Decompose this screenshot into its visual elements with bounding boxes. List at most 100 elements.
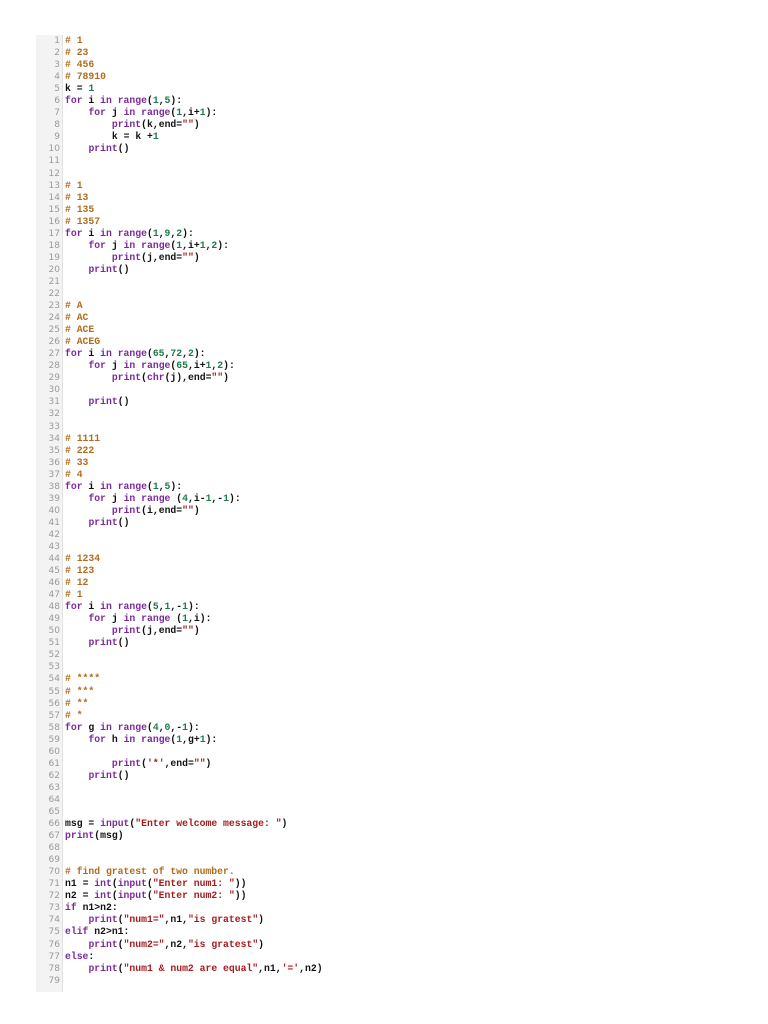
- code-line[interactable]: 40 print(i,end=""): [36, 505, 736, 517]
- code-line[interactable]: 46 # 12: [36, 577, 736, 589]
- code-line[interactable]: 24 # AC: [36, 312, 736, 324]
- line-number: 23: [48, 301, 60, 312]
- line-number: 39: [48, 493, 60, 504]
- code-token: n1: [264, 962, 276, 974]
- code-line[interactable]: 5 k = 1: [36, 83, 736, 95]
- code-line[interactable]: 31 print(): [36, 396, 736, 408]
- code-line[interactable]: 71 n1 = int(input("Enter num1: ")): [36, 878, 736, 890]
- code-line[interactable]: 41 print(): [36, 517, 736, 529]
- code-line[interactable]: 42: [36, 529, 736, 541]
- code-line[interactable]: 35 # 222: [36, 445, 736, 457]
- code-line[interactable]: 14 # 13: [36, 192, 736, 204]
- code-line[interactable]: 15 # 135: [36, 204, 736, 216]
- code-line[interactable]: 28 for j in range(65,i+1,2):: [36, 360, 736, 372]
- code-line[interactable]: 7 for j in range(1,i+1):: [36, 107, 736, 119]
- code-line[interactable]: 26 # ACEG: [36, 336, 736, 348]
- code-line[interactable]: 75 elif n2>n1:: [36, 926, 736, 938]
- code-line[interactable]: 63: [36, 782, 736, 794]
- code-line[interactable]: 10 print(): [36, 143, 736, 155]
- code-line[interactable]: 53: [36, 661, 736, 673]
- code-line[interactable]: 32: [36, 408, 736, 420]
- code-line[interactable]: 52: [36, 649, 736, 661]
- code-line[interactable]: 20 print(): [36, 264, 736, 276]
- line-code: n2 = int(input("Enter num2: ")): [65, 890, 246, 902]
- code-line[interactable]: 12: [36, 168, 736, 180]
- code-line[interactable]: 34 # 1111: [36, 433, 736, 445]
- code-line[interactable]: 17 for i in range(1,9,2):: [36, 228, 736, 240]
- code-line[interactable]: 77 else:: [36, 951, 736, 963]
- code-line[interactable]: 25 # ACE: [36, 324, 736, 336]
- code-line[interactable]: 2 # 23: [36, 47, 736, 59]
- code-line[interactable]: 72 n2 = int(input("Enter num2: ")): [36, 890, 736, 902]
- code-line[interactable]: 66 msg = input("Enter welcome message: "): [36, 818, 736, 830]
- keyword-token: in: [100, 601, 112, 613]
- string-token: "num1=": [123, 914, 165, 926]
- code-lines[interactable]: 1 # 1 2 # 23 3 # 456 4 # 78910 5 k = 1 6 for i in r…: [36, 35, 736, 987]
- code-line[interactable]: 38 for i in range(1,5):: [36, 481, 736, 493]
- code-line[interactable]: 16 # 1357: [36, 216, 736, 228]
- code-line[interactable]: 23 # A: [36, 300, 736, 312]
- code-line[interactable]: 73 if n1>n2:: [36, 902, 736, 914]
- code-line[interactable]: 59 for h in range(1,g+1):: [36, 734, 736, 746]
- line-code: for j in range(1,i+1,2):: [65, 240, 229, 252]
- comment-token: # ****: [65, 673, 101, 685]
- code-line[interactable]: 78 print("num1 & num2 are equal",n1,'=',…: [36, 963, 736, 975]
- code-line[interactable]: 11: [36, 155, 736, 167]
- code-line[interactable]: 9 k = k +1: [36, 131, 736, 143]
- code-line[interactable]: 43: [36, 541, 736, 553]
- code-line[interactable]: 60: [36, 746, 736, 758]
- code-line[interactable]: 47 # 1: [36, 589, 736, 601]
- keyword-token: for: [65, 348, 83, 360]
- code-line[interactable]: 79: [36, 975, 736, 987]
- keyword-token: print: [111, 251, 142, 263]
- code-line[interactable]: 74 print("num1=",n1,"is gratest"): [36, 914, 736, 926]
- code-line[interactable]: 51 print(): [36, 637, 736, 649]
- code-line[interactable]: 1 # 1: [36, 35, 736, 47]
- code-line[interactable]: 62 print(): [36, 770, 736, 782]
- code-line[interactable]: 49 for j in range (1,i):: [36, 613, 736, 625]
- code-line[interactable]: 56 # **: [36, 698, 736, 710]
- code-line[interactable]: 61 print('*',end=""): [36, 758, 736, 770]
- string-token: "": [182, 625, 194, 637]
- code-line[interactable]: 30: [36, 384, 736, 396]
- code-line[interactable]: 48 for i in range(5,1,-1):: [36, 601, 736, 613]
- code-line[interactable]: 58 for g in range(4,0,-1):: [36, 722, 736, 734]
- code-line[interactable]: 22: [36, 288, 736, 300]
- code-line[interactable]: 13 # 1: [36, 180, 736, 192]
- string-token: "is gratest": [187, 938, 259, 950]
- code-line[interactable]: 29 print(chr(j),end=""): [36, 372, 736, 384]
- code-editor[interactable]: 1 # 1 2 # 23 3 # 456 4 # 78910 5 k = 1 6 for i in r…: [36, 35, 736, 992]
- keyword-token: input: [117, 878, 147, 890]
- code-line[interactable]: 3 # 456: [36, 59, 736, 71]
- code-line[interactable]: 50 print(j,end=""): [36, 625, 736, 637]
- code-line[interactable]: 69: [36, 854, 736, 866]
- code-line[interactable]: 54 # ****: [36, 673, 736, 685]
- number-token: 72: [170, 348, 183, 360]
- code-line[interactable]: 36 # 33: [36, 457, 736, 469]
- code-line[interactable]: 27 for i in range(65,72,2):: [36, 348, 736, 360]
- code-line[interactable]: 55 # ***: [36, 686, 736, 698]
- code-line[interactable]: 45 # 123: [36, 565, 736, 577]
- line-code: print(j,end=""): [65, 625, 200, 637]
- code-line[interactable]: 76 print("num2=",n2,"is gratest"): [36, 939, 736, 951]
- code-line[interactable]: 21: [36, 276, 736, 288]
- code-line[interactable]: 67 print(msg): [36, 830, 736, 842]
- code-line[interactable]: 4 # 78910: [36, 71, 736, 83]
- code-line[interactable]: 57 # *: [36, 710, 736, 722]
- code-line[interactable]: 18 for j in range(1,i+1,2):: [36, 240, 736, 252]
- line-number: 47: [48, 590, 60, 601]
- code-line[interactable]: 65: [36, 806, 736, 818]
- code-line[interactable]: 39 for j in range (4,i-1,-1):: [36, 493, 736, 505]
- code-line[interactable]: 68: [36, 842, 736, 854]
- code-line[interactable]: 8 print(k,end=""): [36, 119, 736, 131]
- code-line[interactable]: 6 for i in range(1,5):: [36, 95, 736, 107]
- code-line[interactable]: 33: [36, 421, 736, 433]
- keyword-token: for: [88, 492, 106, 504]
- code-line[interactable]: 44 # 1234: [36, 553, 736, 565]
- code-line[interactable]: 37 # 4: [36, 469, 736, 481]
- code-line[interactable]: 64: [36, 794, 736, 806]
- line-number: 73: [48, 903, 60, 914]
- code-line[interactable]: 19 print(j,end=""): [36, 252, 736, 264]
- code-line[interactable]: 70 # find gratest of two number.: [36, 866, 736, 878]
- line-code: print(chr(j),end=""): [65, 372, 229, 384]
